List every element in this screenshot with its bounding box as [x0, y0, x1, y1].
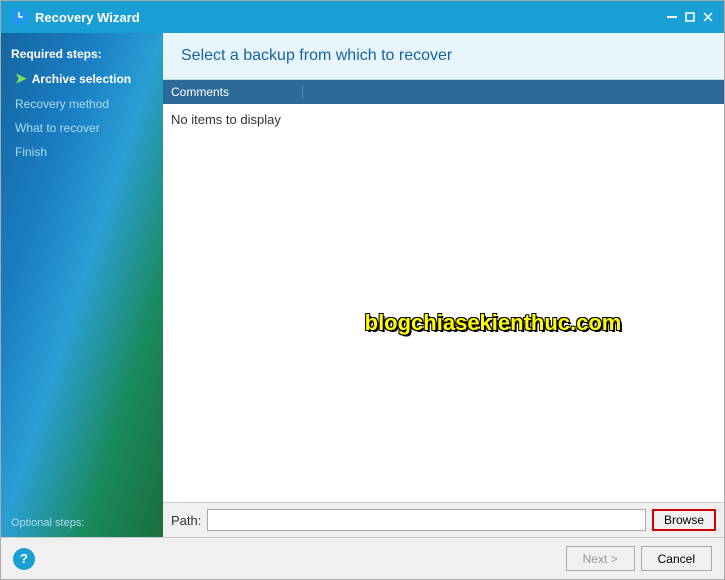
page-header: Select a backup from which to recover: [163, 33, 724, 80]
cancel-button[interactable]: Cancel: [641, 546, 712, 571]
title-bar: Recovery Wizard: [1, 1, 724, 33]
sidebar-item-label: Archive selection: [32, 72, 131, 86]
sidebar-item-label: What to recover: [15, 121, 100, 135]
active-arrow-icon: ➤: [15, 70, 27, 87]
window-controls: [664, 9, 716, 25]
app-window: Recovery Wizard Required steps: ➤ Archiv…: [0, 0, 725, 580]
path-label: Path:: [171, 513, 201, 528]
right-panel: Select a backup from which to recover Co…: [163, 33, 724, 537]
no-items-message: No items to display: [171, 110, 716, 129]
sidebar-item-label: Finish: [15, 145, 47, 159]
help-button[interactable]: ?: [13, 548, 35, 570]
footer-left: ?: [13, 548, 35, 570]
close-button[interactable]: [700, 9, 716, 25]
required-steps-label: Required steps:: [1, 41, 163, 65]
page-title: Select a backup from which to recover: [181, 47, 452, 64]
path-row: Path: Browse: [163, 502, 724, 537]
app-icon: [9, 7, 29, 27]
table-header: Comments: [163, 80, 724, 104]
footer: ? Next > Cancel: [1, 537, 724, 579]
path-input[interactable]: [207, 509, 646, 531]
minimize-button[interactable]: [664, 9, 680, 25]
sidebar-item-label: Recovery method: [15, 97, 109, 111]
sidebar-item-what-to-recover[interactable]: What to recover: [1, 116, 163, 140]
restore-button[interactable]: [682, 9, 698, 25]
main-content: Required steps: ➤ Archive selection Reco…: [1, 33, 724, 537]
browse-button[interactable]: Browse: [652, 509, 716, 531]
sidebar-item-finish[interactable]: Finish: [1, 140, 163, 164]
backup-table: Comments No items to display: [163, 80, 724, 502]
window-title: Recovery Wizard: [35, 10, 664, 25]
column-comments: Comments: [163, 85, 303, 99]
sidebar-item-archive-selection[interactable]: ➤ Archive selection: [1, 65, 163, 92]
optional-steps-label: Optional steps:: [1, 509, 163, 537]
table-body: No items to display: [163, 104, 724, 502]
sidebar: Required steps: ➤ Archive selection Reco…: [1, 33, 163, 537]
sidebar-item-recovery-method[interactable]: Recovery method: [1, 92, 163, 116]
next-button[interactable]: Next >: [566, 546, 635, 571]
